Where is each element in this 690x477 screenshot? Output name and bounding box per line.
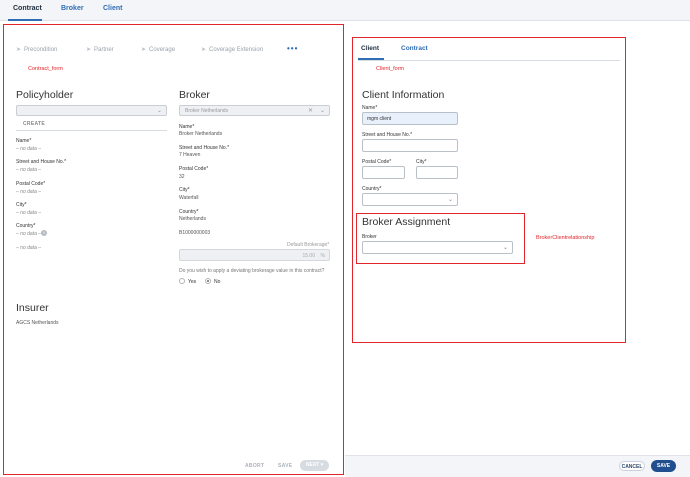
radio-no-label: No	[214, 279, 221, 285]
client-city-label: City*	[416, 159, 427, 165]
step-precondition[interactable]: ➤ Precondition	[16, 46, 57, 53]
chevron-down-icon: ⌄	[319, 108, 325, 114]
broker-assignment-label: Broker	[362, 234, 377, 240]
client-name-value: mgm client	[367, 116, 392, 122]
step-chevron-icon: ➤	[16, 47, 22, 53]
client-information-heading: Client Information	[362, 89, 445, 101]
radio-yes[interactable]	[179, 278, 185, 284]
insurer-heading: Insurer	[16, 302, 49, 314]
broker-name-label: Name*	[179, 124, 195, 130]
client-form-annotation-box	[352, 37, 626, 343]
tab-client-contract[interactable]: Contract	[401, 45, 428, 52]
client-city-input[interactable]	[416, 166, 458, 179]
broker-client-relationship-annotation: BrokerClientrelationship	[536, 235, 595, 241]
tab-contract[interactable]: Contract	[13, 5, 42, 12]
policyholder-city-value: – no data –	[16, 210, 42, 216]
client-street-label: Street and House No.*	[362, 132, 413, 138]
broker-country-value: Netherlands	[179, 216, 206, 222]
policyholder-select[interactable]: ⌄	[16, 105, 167, 116]
step-chevron-icon: ➤	[141, 47, 147, 53]
step-coverage[interactable]: ➤ Coverage	[141, 46, 175, 53]
policyholder-postal-value: – no data –	[16, 189, 42, 195]
broker-postal-label: Postal Code*	[179, 166, 209, 172]
divider	[16, 130, 167, 131]
broker-select[interactable]: Broker Netherlands ✕ ⌄	[179, 105, 330, 116]
save-button-disabled[interactable]: SAVE	[278, 463, 292, 469]
client-name-label: Name*	[362, 105, 378, 111]
step-coverage-extension[interactable]: ➤ Coverage Extension	[201, 46, 263, 53]
radio-no[interactable]	[205, 278, 211, 284]
client-form-annotation-label: Client_form	[376, 66, 405, 72]
broker-assignment-heading: Broker Assignment	[362, 216, 451, 228]
client-postal-input[interactable]	[362, 166, 405, 179]
policyholder-street-label: Street and House No.*	[16, 159, 67, 165]
abort-button[interactable]: ABORT	[245, 463, 264, 469]
broker-heading: Broker	[179, 89, 210, 101]
tab-broker[interactable]: Broker	[61, 5, 84, 12]
chevron-down-icon: ⌄	[156, 108, 162, 114]
active-tab-indicator	[8, 19, 42, 21]
next-button[interactable]: NEXT ▾	[300, 460, 329, 471]
policyholder-name-value: – no data –	[16, 146, 42, 152]
insurer-value: AGCS Netherlands	[16, 320, 59, 326]
broker-id-value: B1000000003	[179, 230, 211, 236]
policyholder-country-label: Country*	[16, 223, 36, 229]
save-button[interactable]: SAVE	[651, 460, 676, 472]
broker-city-label: City*	[179, 187, 190, 193]
step-chevron-icon: ➤	[201, 47, 207, 53]
broker-street-label: Street and House No.*	[179, 145, 230, 151]
clear-icon[interactable]: ✕	[308, 107, 313, 114]
broker-name-value: Broker Netherlands	[179, 131, 223, 137]
policyholder-street-value: – no data –	[16, 167, 42, 173]
broker-assignment-select[interactable]: ⌄	[362, 241, 513, 254]
policyholder-name-label: Name*	[16, 138, 32, 144]
client-country-label: Country*	[362, 186, 382, 192]
client-street-input[interactable]	[362, 139, 458, 152]
cancel-button[interactable]: CANCEL	[619, 461, 645, 471]
client-name-input[interactable]: mgm client	[362, 112, 458, 125]
default-brokerage-value: 15.00	[302, 253, 315, 259]
broker-country-label: Country*	[179, 209, 199, 215]
deviating-brokerage-question: Do you wish to apply a deviating brokera…	[179, 268, 325, 274]
default-brokerage-input: 15.00 %	[179, 249, 330, 261]
tab-client-info[interactable]: Client	[361, 45, 379, 52]
client-postal-label: Postal Code*	[362, 159, 392, 165]
percent-sign: %	[320, 253, 325, 259]
contract-form-annotation-label: Contract_form	[28, 66, 63, 72]
more-steps-icon[interactable]: •••	[287, 44, 298, 53]
radio-yes-label: Yes	[188, 279, 197, 285]
chevron-down-icon: ⌄	[447, 197, 453, 203]
top-tab-bar: Contract Broker Client	[0, 0, 690, 21]
tab-client[interactable]: Client	[103, 5, 122, 12]
default-brokerage-label: Default Brokerage*	[287, 242, 330, 248]
step-partner[interactable]: ➤ Partner	[86, 46, 114, 53]
policyholder-country-value: – no data –	[16, 231, 42, 237]
broker-select-value: Broker Netherlands	[185, 108, 229, 114]
step-chevron-icon: ➤	[86, 47, 92, 53]
client-country-select[interactable]: ⌄	[362, 193, 458, 206]
create-policyholder-button[interactable]: CREATE	[23, 121, 45, 127]
info-icon[interactable]: i	[41, 230, 47, 236]
divider	[358, 60, 620, 61]
policyholder-postal-label: Postal Code*	[16, 181, 46, 187]
policyholder-heading: Policyholder	[16, 89, 74, 101]
chevron-down-icon: ⌄	[502, 245, 508, 251]
policyholder-extra-value: – no data –	[16, 245, 42, 251]
broker-postal-value: 32	[179, 174, 185, 180]
broker-city-value: Waterfall	[179, 195, 199, 201]
policyholder-city-label: City*	[16, 202, 27, 208]
broker-street-value: 7 Heaven	[179, 152, 201, 158]
